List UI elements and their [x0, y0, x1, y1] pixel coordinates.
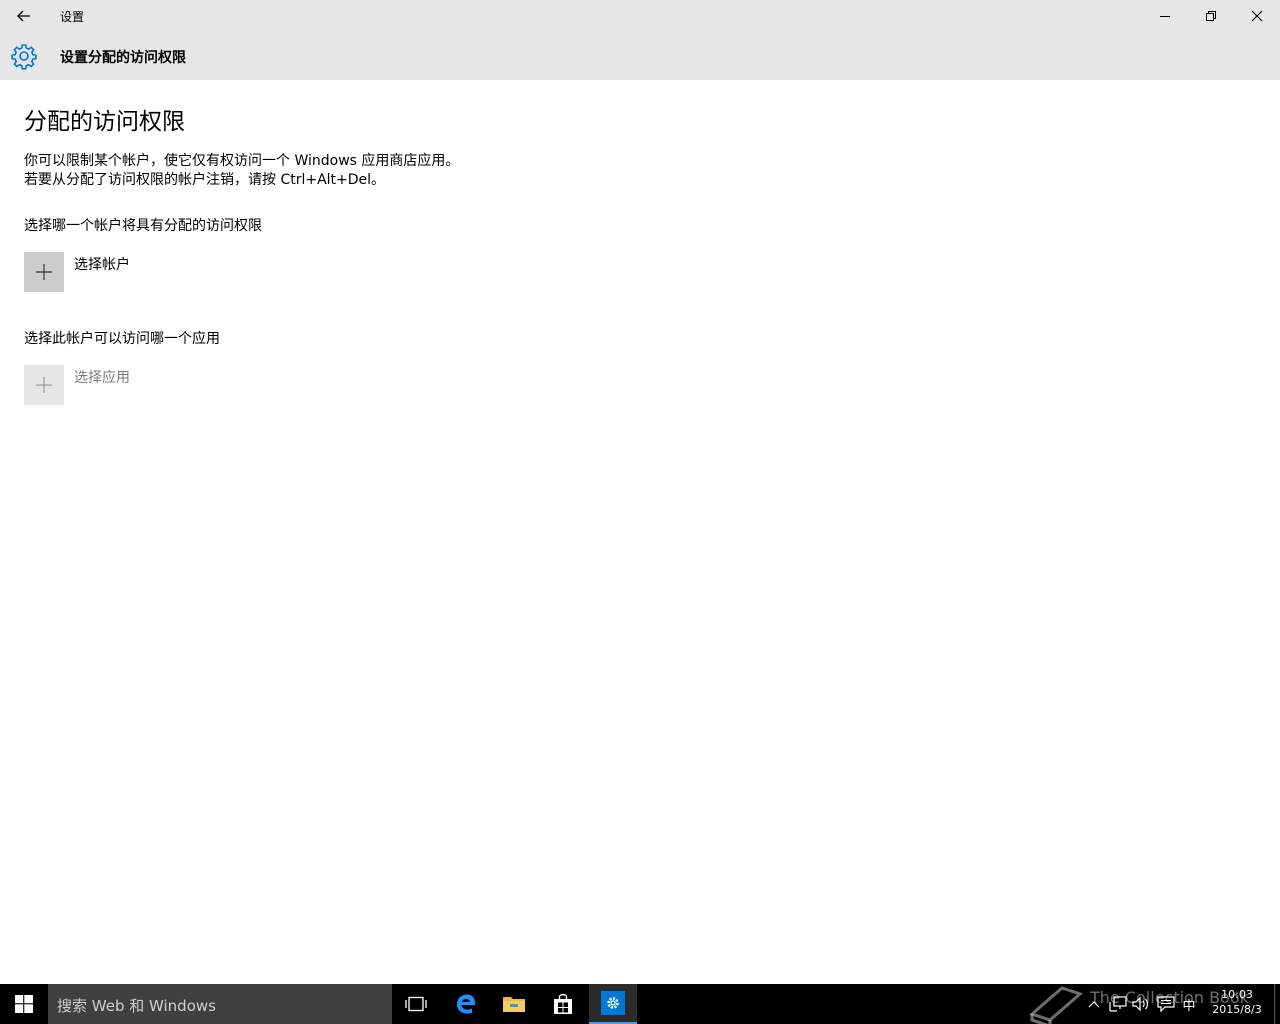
- back-button[interactable]: [0, 0, 48, 32]
- book-watermark-icon: [1029, 986, 1083, 1024]
- title-bar: 设置: [0, 0, 1280, 32]
- notification-icon: [1157, 996, 1175, 1012]
- settings-taskbar-button[interactable]: [589, 984, 637, 1024]
- minimize-button[interactable]: [1142, 0, 1188, 32]
- folder-icon: [503, 997, 525, 1012]
- app-section-label: 选择此帐户可以访问哪一个应用: [24, 331, 220, 347]
- restore-icon: [1206, 11, 1216, 21]
- file-explorer-button[interactable]: [490, 984, 538, 1024]
- taskbar-clock[interactable]: 10:03 2015/8/3: [1206, 987, 1268, 1017]
- plus-icon: [36, 264, 52, 280]
- app-title: 设置: [60, 10, 85, 24]
- close-button[interactable]: [1234, 0, 1280, 32]
- task-view-icon: [405, 996, 427, 1012]
- edge-browser-button[interactable]: [442, 984, 490, 1024]
- action-center-button[interactable]: [1156, 994, 1176, 1014]
- section-heading: 分配的访问权限: [24, 109, 185, 135]
- clock-time: 10:03: [1221, 988, 1253, 1001]
- task-view-button[interactable]: [392, 984, 440, 1024]
- chevron-up-icon: [1088, 1001, 1100, 1008]
- page-title: 设置分配的访问权限: [60, 50, 186, 66]
- taskbar: 搜索 Web 和 Windows The Collection Book 中 1…: [0, 984, 1280, 1024]
- minimize-icon: [1160, 16, 1170, 17]
- edge-icon: [457, 994, 476, 1014]
- restore-button[interactable]: [1188, 0, 1234, 32]
- gear-icon: [11, 44, 37, 70]
- choose-account-label[interactable]: 选择帐户: [74, 254, 130, 274]
- choose-account-button[interactable]: [24, 252, 64, 292]
- choose-app-label: 选择应用: [74, 370, 130, 386]
- network-icon: [1109, 996, 1127, 1012]
- show-hidden-icons-button[interactable]: [1084, 994, 1104, 1014]
- volume-tray-button[interactable]: [1131, 994, 1151, 1014]
- back-arrow-icon: [17, 10, 30, 22]
- store-button[interactable]: [539, 984, 587, 1024]
- plus-icon: [36, 377, 52, 393]
- choose-app-button: [24, 365, 64, 405]
- start-button[interactable]: [0, 984, 48, 1024]
- page-header: 设置分配的访问权限: [0, 32, 1280, 80]
- settings-app-tile: [601, 991, 625, 1015]
- close-icon: [1251, 10, 1263, 22]
- windows-logo-icon: [15, 995, 33, 1013]
- store-bag-icon: [554, 993, 572, 1014]
- network-tray-button[interactable]: [1108, 994, 1128, 1014]
- taskbar-search-box[interactable]: 搜索 Web 和 Windows: [48, 984, 392, 1024]
- speaker-icon: [1132, 996, 1148, 1012]
- account-section-label: 选择哪一个帐户将具有分配的访问权限: [24, 218, 262, 234]
- input-method-indicator[interactable]: 中: [1179, 994, 1199, 1014]
- gear-icon: [607, 997, 619, 1009]
- clock-date: 2015/8/3: [1212, 1003, 1262, 1016]
- show-desktop-button[interactable]: [1274, 984, 1280, 1024]
- description-text: 你可以限制某个帐户，使它仅有权访问一个 Windows 应用商店应用。若要从分配…: [24, 153, 460, 188]
